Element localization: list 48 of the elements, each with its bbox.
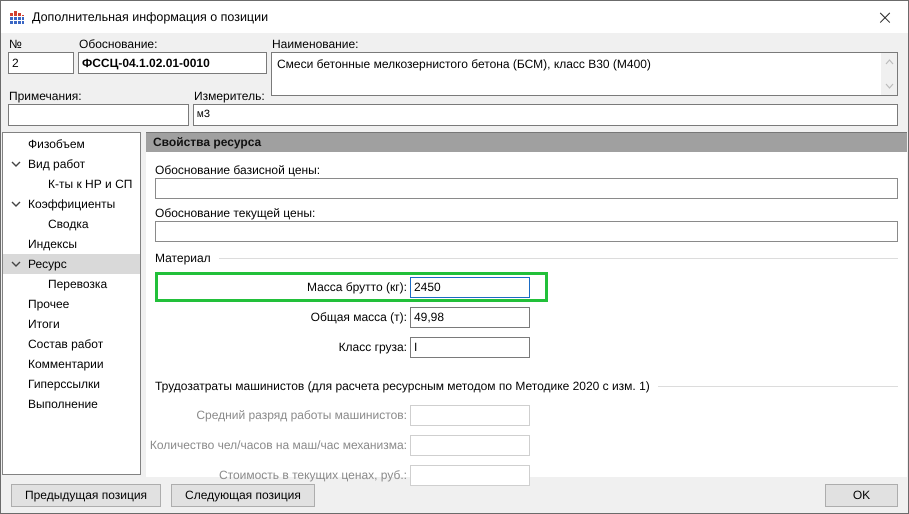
- close-button[interactable]: ×: [862, 1, 908, 33]
- panel-header: Свойства ресурса: [146, 132, 907, 152]
- field-label: Обоснование:: [78, 36, 158, 52]
- field-label: Количество чел/часов на маш/час механизма:: [150, 438, 407, 452]
- chevron-down-icon[interactable]: [11, 159, 21, 169]
- window-title: Дополнительная информация о позиции: [32, 10, 270, 24]
- field-label: Обоснование текущей цены:: [155, 205, 316, 221]
- chevron-down-icon[interactable]: [11, 199, 21, 209]
- field-label: Масса брутто (кг):: [306, 280, 407, 294]
- ok-button[interactable]: OK: [825, 484, 898, 506]
- field-label: Наименование:: [271, 36, 360, 52]
- nav-button[interactable]: Следующая позиция: [171, 484, 315, 506]
- field-label: Средний разряд работы машинистов:: [196, 408, 407, 422]
- basis-field[interactable]: ФССЦ-04.1.02.01-0010: [78, 52, 267, 74]
- nav-item[interactable]: Выполнение: [3, 394, 140, 414]
- group-title: Трудозатраты машинистов (для расчета ресурсным методом по Методике 2020 с изм. 1): [155, 379, 650, 393]
- field-label: Обоснование базисной цены:: [155, 162, 322, 178]
- field-label: Примечания:: [8, 88, 83, 104]
- field-label: Общая масса (т):: [310, 310, 407, 324]
- nav-item[interactable]: Вид работ: [3, 154, 140, 174]
- nav-item[interactable]: Перевозка: [3, 274, 140, 294]
- field-label: Стоимость в текущих ценах, руб.:: [218, 468, 407, 482]
- field-label: Измеритель:: [193, 88, 266, 104]
- nav-item[interactable]: Гиперссылки: [3, 374, 140, 394]
- field-label: №: [8, 36, 23, 52]
- nav-item[interactable]: Коэффициенты: [3, 194, 140, 214]
- input-field[interactable]: I: [410, 336, 530, 358]
- price-basis-field[interactable]: [155, 221, 898, 242]
- field-label: Класс груза:: [338, 340, 407, 354]
- input-field[interactable]: 2450: [410, 276, 530, 298]
- nav-button[interactable]: Предыдущая позиция: [11, 484, 162, 506]
- input-field[interactable]: 49,98: [410, 306, 530, 328]
- nav-item[interactable]: Сводка: [3, 214, 140, 234]
- notes-field[interactable]: [8, 104, 189, 126]
- grid-chart-icon: [9, 9, 25, 25]
- nav-item[interactable]: Комментарии: [3, 354, 140, 374]
- chevron-down-icon[interactable]: [11, 259, 21, 269]
- nav-item[interactable]: Физобъем: [3, 134, 140, 154]
- price-basis-field[interactable]: [155, 178, 898, 199]
- unit-field[interactable]: м3: [193, 104, 898, 126]
- nav-item[interactable]: Прочее: [3, 294, 140, 314]
- group-title: Материал: [155, 251, 211, 265]
- nav-item[interactable]: Состав работ: [3, 334, 140, 354]
- nav-item[interactable]: Итоги: [3, 314, 140, 334]
- nav-item[interactable]: К-ты к НР и СП: [3, 174, 140, 194]
- number-field[interactable]: 2: [8, 52, 74, 74]
- nav-item[interactable]: Индексы: [3, 234, 140, 254]
- nav-item[interactable]: Ресурс: [3, 254, 140, 274]
